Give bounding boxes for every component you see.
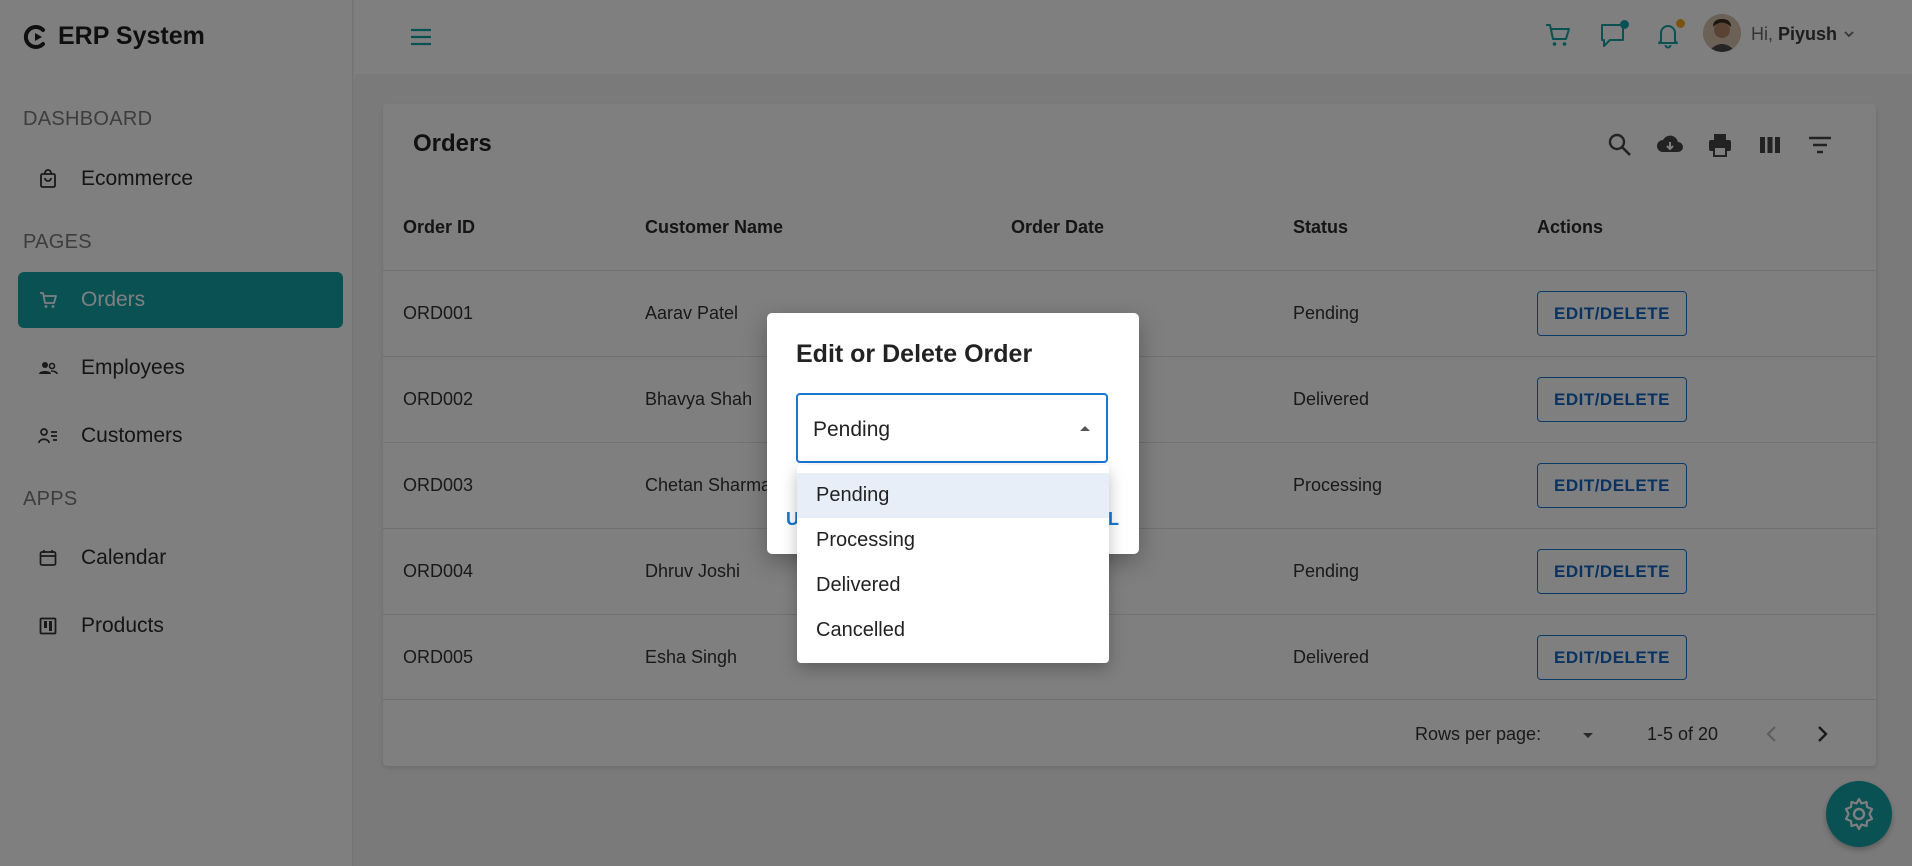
dialog-title: Edit or Delete Order: [796, 340, 1033, 368]
status-option-delivered[interactable]: Delivered: [797, 563, 1109, 608]
status-option-pending[interactable]: Pending: [797, 473, 1109, 518]
status-option-cancelled[interactable]: Cancelled: [797, 608, 1109, 653]
cancel-button[interactable]: L: [1108, 509, 1120, 530]
status-option-processing[interactable]: Processing: [797, 518, 1109, 563]
status-select[interactable]: Pending: [796, 393, 1108, 463]
caret-up-icon: [1080, 426, 1090, 431]
status-dropdown-menu: Pending Processing Delivered Cancelled: [797, 465, 1109, 663]
status-select-value: Pending: [813, 418, 891, 441]
